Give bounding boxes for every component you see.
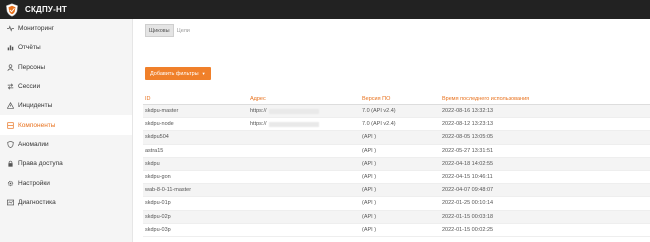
cell-id: skdpu	[145, 160, 160, 167]
logo-shield-icon	[6, 2, 18, 17]
sidebar-item-monitoring[interactable]: Мониторинг	[0, 19, 132, 38]
column-header-last-used[interactable]: Время последнего использования	[442, 96, 642, 102]
sidebar-item-label: Персоны	[18, 63, 46, 71]
sidebar-item-settings[interactable]: Настройки	[0, 173, 132, 192]
table-row[interactable]: skdpu-node https:// 7.0 (API v2.4) 2022-…	[143, 118, 650, 132]
tab-components[interactable]: Щиковы	[145, 24, 174, 37]
cell-version: (API )	[362, 200, 377, 207]
table-row[interactable]: skdpu-02p (API ) 2022-01-15 00:03:18	[143, 210, 650, 224]
sidebar-item-label: Настройки	[18, 179, 50, 187]
sidebar: Мониторинг Отчёты Персоны Сессии Инциден…	[0, 19, 133, 242]
sidebar-item-access-rights[interactable]: Права доступа	[0, 154, 132, 173]
cell-last-used: 2022-08-05 13:05:05	[442, 134, 494, 141]
cell-last-used: 2022-04-15 10:46:11	[442, 174, 493, 181]
components-icon	[6, 121, 14, 129]
cell-version: 7.0 (API v2.4)	[362, 121, 396, 128]
pulse-icon	[6, 25, 14, 33]
cell-last-used: 2022-04-18 14:02:55	[442, 160, 494, 167]
cell-version: (API )	[362, 226, 377, 233]
top-bar: СКДПУ-НТ	[0, 0, 650, 19]
cell-version: (API )	[362, 134, 377, 141]
sidebar-item-label: Мониторинг	[18, 25, 55, 33]
cell-last-used: 2022-04-07 09:48:07	[442, 187, 494, 194]
cell-address: https://	[250, 121, 362, 127]
gear-icon	[6, 179, 14, 187]
cell-id: skdpu-01p	[145, 200, 171, 207]
redacted-address	[268, 121, 319, 127]
column-header-id[interactable]: ID	[143, 96, 250, 102]
sidebar-item-reports[interactable]: Отчёты	[0, 38, 132, 57]
tab-bar: Щиковы Цели	[145, 24, 193, 37]
table-row[interactable]: skdpu-gon (API ) 2022-04-15 10:46:11	[143, 171, 650, 185]
sidebar-item-label: Права доступа	[18, 160, 63, 168]
sidebar-item-label: Сессии	[18, 83, 41, 91]
table-row[interactable]: skdpu504 (API ) 2022-08-05 13:05:05	[143, 131, 650, 145]
table-row[interactable]: astra15 (API ) 2022-05-27 13:31:51	[143, 145, 650, 158]
address-text: https://	[250, 121, 267, 128]
cell-id: skdpu-gon	[145, 174, 171, 181]
cell-id: skdpu-node	[145, 121, 174, 128]
table-row[interactable]: skdpu (API ) 2022-04-18 14:02:55	[143, 157, 650, 171]
cell-address: https://	[250, 108, 362, 114]
warning-icon	[6, 102, 14, 110]
tab-targets[interactable]: Цели	[174, 24, 193, 37]
table-body: skdpu-master https:// 7.0 (API v2.4) 202…	[143, 105, 650, 237]
components-table: ID Адрес Версия ПО Время последнего испо…	[143, 94, 650, 237]
sidebar-item-label: Отчёты	[18, 44, 41, 52]
main-content: Щиковы Цели Добавить фильтры ▼ ID Адрес …	[134, 19, 650, 242]
arrows-icon	[6, 83, 14, 91]
table-row[interactable]: skdpu-master https:// 7.0 (API v2.4) 202…	[143, 105, 650, 119]
cell-id: skdpu-03p	[145, 226, 171, 233]
add-filter-button[interactable]: Добавить фильтры ▼	[145, 67, 211, 80]
lock-icon	[6, 160, 14, 168]
sidebar-item-diagnostics[interactable]: Диагностика	[0, 193, 132, 212]
cell-last-used: 2022-01-25 00:10:14	[442, 200, 494, 207]
diagnostics-icon	[6, 198, 14, 206]
shield-icon	[6, 140, 14, 148]
sidebar-item-anomalies[interactable]: Аномалии	[0, 135, 132, 154]
cell-id: skdpu504	[145, 134, 169, 141]
cell-id: wab-8-0-11-master	[145, 187, 192, 194]
cell-id: skdpu-master	[145, 108, 179, 115]
sidebar-item-components[interactable]: Компоненты	[0, 115, 132, 135]
caret-down-icon: ▼	[201, 71, 206, 76]
sidebar-item-label: Диагностика	[18, 198, 56, 206]
cell-last-used: 2022-08-16 13:32:13	[442, 108, 494, 115]
sidebar-item-label: Аномалии	[18, 140, 49, 148]
table-row[interactable]: skdpu-03p (API ) 2022-01-15 00:02:25	[143, 224, 650, 237]
user-icon	[6, 63, 14, 71]
address-text: https://	[250, 108, 267, 115]
cell-version: 7.0 (API v2.4)	[362, 108, 396, 115]
sidebar-item-incidents[interactable]: Инциденты	[0, 96, 132, 115]
cell-version: (API )	[362, 147, 377, 154]
cell-last-used: 2022-05-27 13:31:51	[442, 147, 494, 154]
cell-version: (API )	[362, 174, 377, 181]
column-header-address[interactable]: Адрес	[250, 96, 362, 102]
sidebar-item-sessions[interactable]: Сессии	[0, 77, 132, 96]
cell-id: astra15	[145, 147, 164, 154]
chart-icon	[6, 44, 14, 52]
add-filter-label: Добавить фильтры	[150, 70, 199, 77]
sidebar-item-label: Компоненты	[18, 121, 56, 129]
table-header: ID Адрес Версия ПО Время последнего испо…	[143, 94, 650, 105]
table-row[interactable]: skdpu-01p (API ) 2022-01-25 00:10:14	[143, 197, 650, 211]
cell-version: (API )	[362, 213, 377, 220]
sidebar-item-label: Инциденты	[18, 102, 53, 110]
cell-last-used: 2022-01-15 00:03:18	[442, 213, 494, 220]
cell-last-used: 2022-08-12 13:23:13	[442, 121, 494, 128]
app-title: СКДПУ-НТ	[25, 5, 68, 14]
cell-version: (API )	[362, 187, 377, 194]
cell-version: (API )	[362, 160, 377, 167]
table-row[interactable]: wab-8-0-11-master (API ) 2022-04-07 09:4…	[143, 184, 650, 198]
cell-id: skdpu-02p	[145, 213, 171, 220]
sidebar-item-persons[interactable]: Персоны	[0, 58, 132, 77]
column-header-version[interactable]: Версия ПО	[362, 96, 442, 102]
redacted-address	[268, 108, 319, 114]
cell-last-used: 2022-01-15 00:02:25	[442, 226, 494, 233]
